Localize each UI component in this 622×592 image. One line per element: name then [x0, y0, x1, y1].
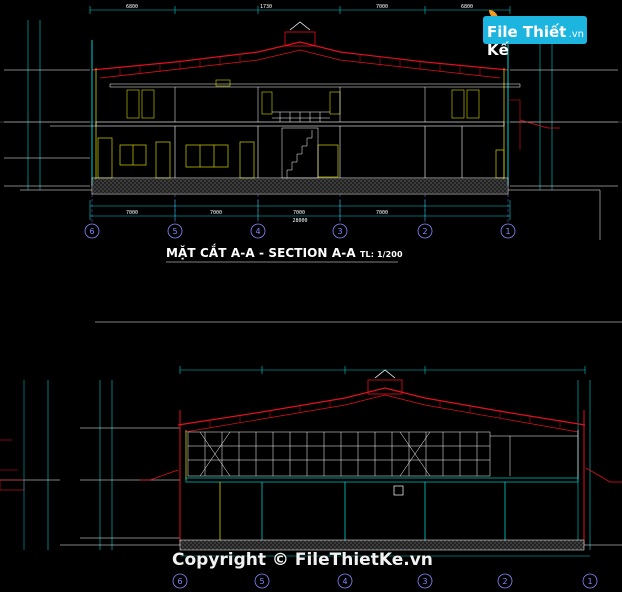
axis-label-top: 6: [89, 227, 94, 236]
logo-suffix: .vn: [568, 29, 584, 40]
dim-text: 7000: [376, 4, 388, 10]
section-scale: TL: 1/200: [360, 250, 403, 259]
glazing-grid: [187, 431, 491, 477]
axis-label-bottom: 5: [259, 577, 264, 586]
dim-text: 7000: [210, 210, 222, 216]
axis-label-bottom: 1: [587, 577, 592, 586]
axis-label-top: 3: [337, 227, 342, 236]
dim-text: 7000: [126, 210, 138, 216]
axis-label-bottom: 4: [342, 577, 347, 586]
axis-label-bottom: 3: [422, 577, 427, 586]
dim-text: 6800: [126, 4, 138, 10]
dim-text: 28000: [292, 218, 307, 224]
axis-label-top: 4: [255, 227, 260, 236]
axis-label-bottom: 6: [177, 577, 182, 586]
axis-label-bottom: 2: [502, 577, 507, 586]
copyright-watermark: Copyright © FileThietKe.vn: [172, 550, 433, 570]
axis-label-top: 2: [422, 227, 427, 236]
dim-text: 7000: [293, 210, 305, 216]
section-title: MẶT CẮT A-A - SECTION A-A TL: 1/200: [166, 246, 403, 260]
brand-logo: File Thiết Kế .vn: [483, 10, 589, 59]
section-title-text: MẶT CẮT A-A - SECTION A-A: [166, 246, 356, 260]
logo-badge: File Thiết Kế .vn: [483, 16, 587, 59]
dim-text: 7000: [376, 210, 388, 216]
cad-drawing-canvas: 6 5 4 3 2 1 6 5 4 3 2 1 6800 1730 7000 6…: [0, 4, 622, 589]
dim-text: 1730: [260, 4, 272, 10]
axis-bubbles-top: [84, 223, 516, 239]
axis-label-top: 1: [505, 227, 510, 236]
dim-text: 6800: [461, 4, 473, 10]
axis-label-top: 5: [172, 227, 177, 236]
axis-bubbles-bottom: [172, 573, 598, 589]
